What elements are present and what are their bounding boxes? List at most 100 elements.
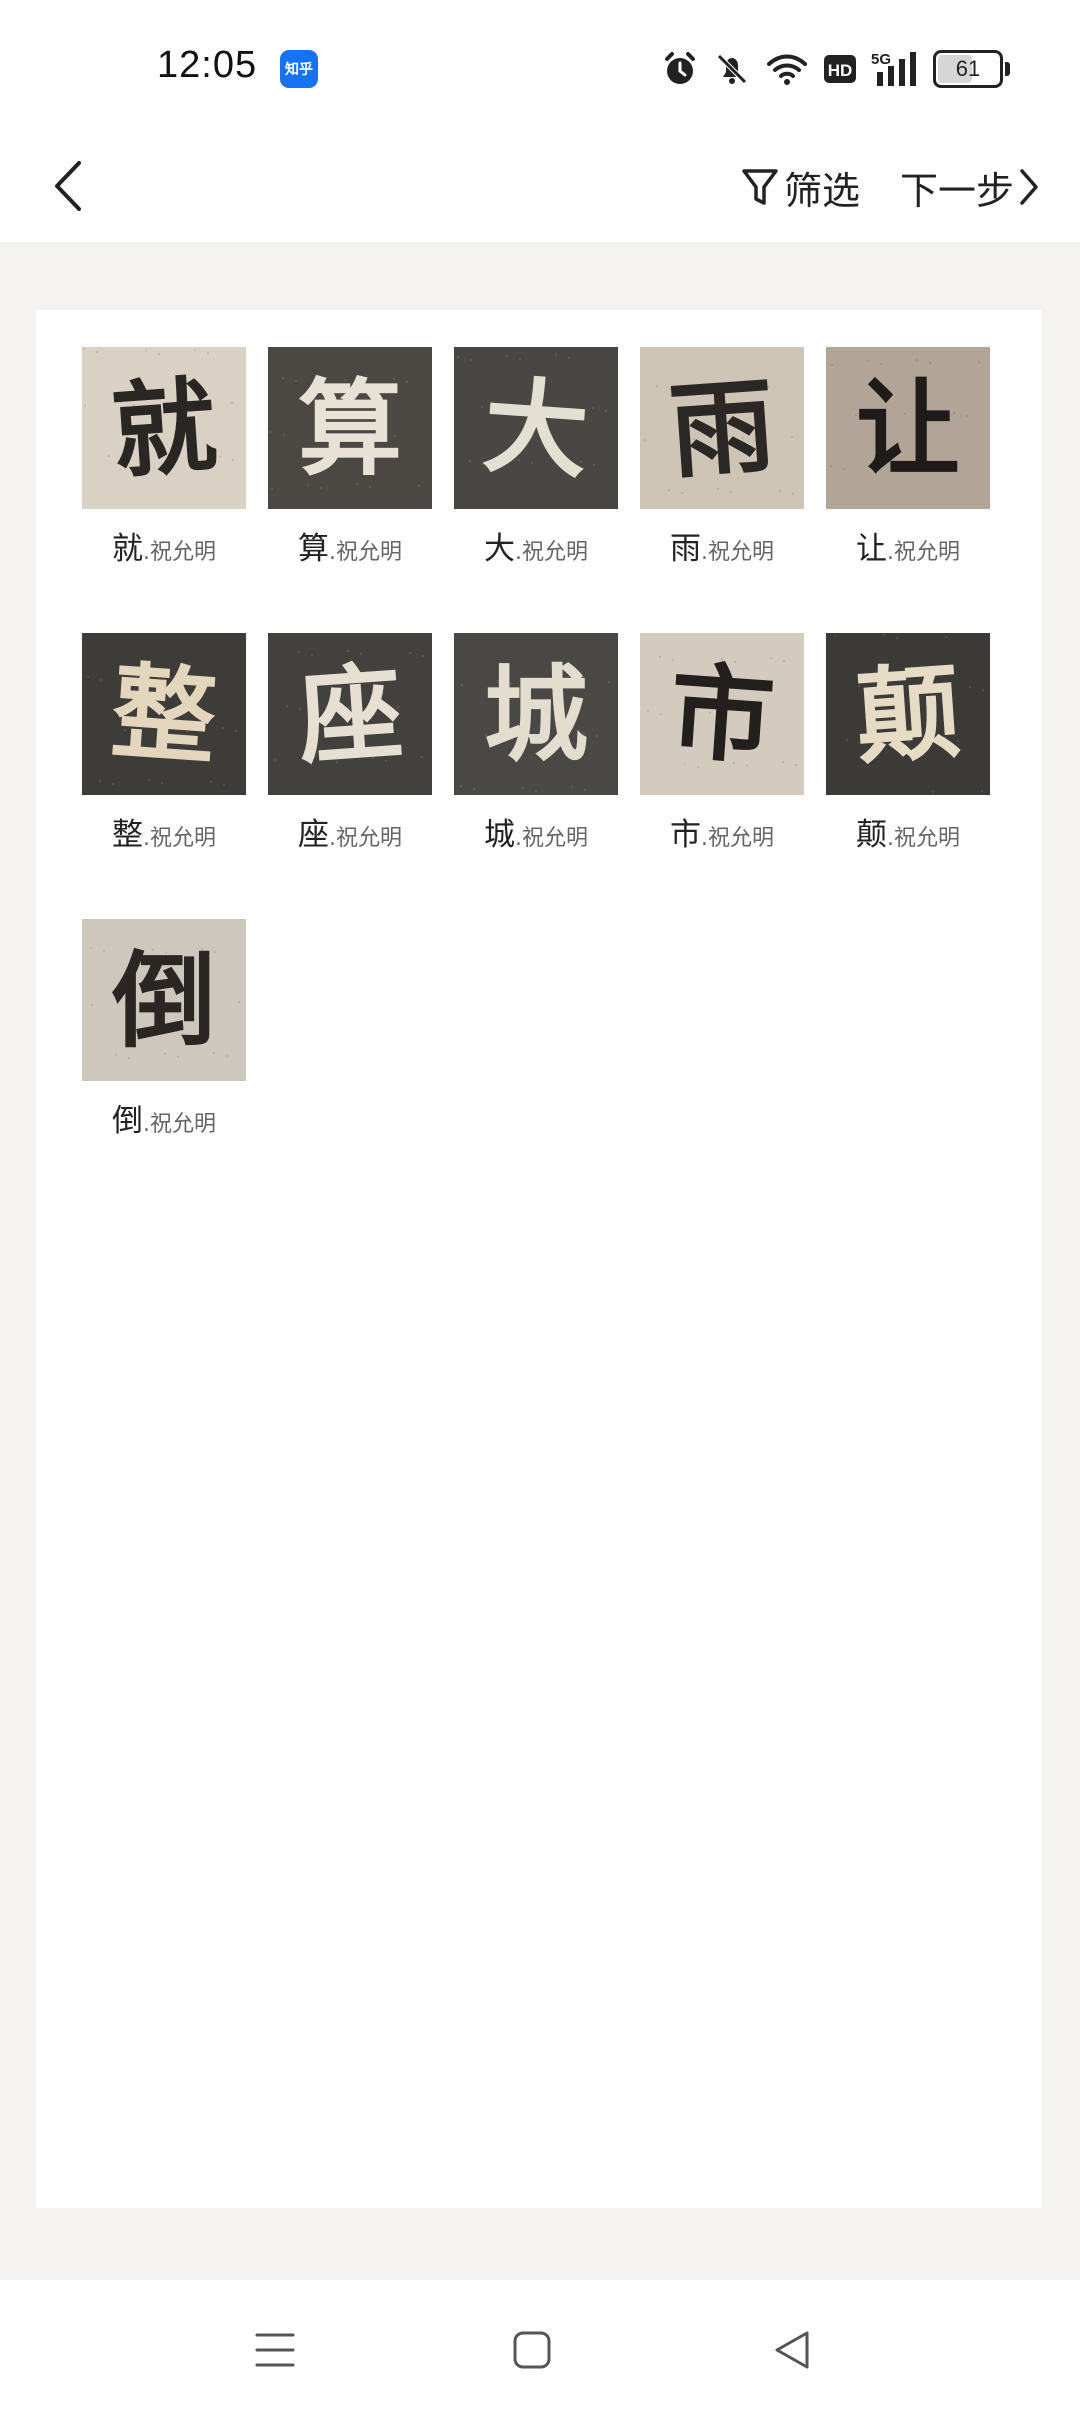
calligraphy-item[interactable]: 市市 .祝允明 [640, 633, 804, 919]
paper-texture-speck [604, 409, 608, 413]
calligraphy-item[interactable]: 就就 .祝允明 [82, 347, 246, 633]
paper-texture-speck [206, 351, 210, 355]
calligraphy-image: 座 [268, 633, 432, 795]
character-label: 让 [856, 531, 887, 567]
paper-texture-speck [222, 783, 226, 787]
character-label: 就 [112, 531, 143, 567]
filter-button[interactable]: 筛选 [740, 152, 860, 222]
paper-texture-speck [221, 726, 225, 730]
paper-texture-speck [646, 709, 650, 713]
character-label: 算 [298, 531, 329, 567]
paper-texture-speck [829, 464, 833, 468]
calligraphy-caption: 市 .祝允明 [640, 809, 804, 854]
calligraphy-grid: 就就 .祝允明算算 .祝允明大大 .祝允明雨雨 .祝允明让让 .祝允明整整 .祝允明座座 .祝… [82, 347, 1002, 1205]
calligraphy-glyph: 大 [480, 364, 592, 494]
calligraphy-thumbnail[interactable]: 雨 [640, 347, 804, 509]
paper-texture-speck [99, 678, 103, 682]
calligraphy-item[interactable]: 让让 .祝允明 [826, 347, 990, 633]
hd-label: HD [828, 61, 853, 80]
calligraphy-thumbnail[interactable]: 让 [826, 347, 990, 509]
back-nav-button[interactable] [762, 2320, 822, 2380]
menu-icon [255, 2333, 295, 2367]
calligraphy-image: 城 [454, 633, 618, 795]
recent-apps-button[interactable] [245, 2320, 305, 2380]
top-app-bar: 筛选 下一步 [0, 130, 1080, 242]
calligrapher-label: .祝允明 [887, 540, 960, 565]
calligraphy-caption: 算 .祝允明 [268, 523, 432, 568]
filter-label: 筛选 [784, 168, 861, 213]
calligraphy-item[interactable]: 大大 .祝允明 [454, 347, 618, 633]
calligraphy-thumbnail[interactable]: 整 [82, 633, 246, 795]
calligraphy-thumbnail[interactable]: 市 [640, 633, 804, 795]
calligraphy-glyph: 市 [666, 650, 778, 780]
paper-texture-speck [456, 355, 460, 359]
paper-texture-speck [417, 484, 421, 488]
paper-texture-speck [234, 729, 238, 733]
calligraphy-thumbnail[interactable]: 城 [454, 633, 618, 795]
paper-texture-speck [655, 384, 659, 388]
zhihu-notification-icon: 知乎 [280, 50, 318, 88]
paper-texture-speck [794, 763, 798, 767]
calligraphy-image: 雨 [640, 347, 804, 509]
back-button[interactable] [38, 146, 98, 226]
paper-texture-speck [90, 1003, 94, 1007]
calligraphy-item[interactable]: 座座 .祝允明 [268, 633, 432, 919]
calligrapher-label: .祝允明 [143, 1112, 216, 1137]
paper-texture-speck [879, 362, 883, 366]
paper-texture-speck [866, 359, 870, 363]
calligraphy-thumbnail[interactable]: 算 [268, 347, 432, 509]
paper-texture-speck [102, 949, 106, 953]
calligraphy-caption: 座 .祝允明 [268, 809, 432, 854]
paper-texture-speck [285, 704, 289, 708]
calligraphy-item[interactable]: 整整 .祝允明 [82, 633, 246, 919]
calligraphy-item[interactable]: 城城 .祝允明 [454, 633, 618, 919]
chevron-left-icon [55, 161, 81, 211]
battery-cap [1005, 62, 1010, 76]
paper-texture-speck [193, 348, 197, 352]
paper-texture-speck [468, 459, 472, 463]
calligraphy-thumbnail[interactable]: 颠 [826, 633, 990, 795]
calligraphy-image: 就 [82, 347, 246, 509]
paper-texture-speck [667, 488, 671, 492]
paper-texture-speck [147, 778, 151, 782]
paper-texture-speck [408, 651, 412, 655]
paper-texture-speck [643, 438, 647, 442]
character-label: 市 [670, 817, 701, 853]
paper-texture-speck [791, 492, 795, 496]
paper-texture-speck [554, 353, 558, 357]
next-step-button[interactable]: 下一步 [900, 152, 1040, 222]
calligraphy-thumbnail[interactable]: 座 [268, 633, 432, 795]
calligraphy-caption: 雨 .祝允明 [640, 523, 804, 568]
filter-icon [742, 169, 778, 205]
calligraphy-image: 算 [268, 347, 432, 509]
paper-texture-speck [830, 363, 834, 367]
calligraphy-image: 市 [640, 633, 804, 795]
paper-texture-speck [790, 435, 794, 439]
calligraphy-item[interactable]: 倒倒 .祝允明 [82, 919, 246, 1205]
character-label: 大 [484, 531, 515, 567]
calligraphy-thumbnail[interactable]: 就 [82, 347, 246, 509]
character-label: 倒 [112, 1103, 143, 1139]
paper-texture-speck [882, 633, 886, 637]
calligraphy-image: 颠 [826, 633, 990, 795]
calligraphy-image: 让 [826, 347, 990, 509]
home-square-icon [513, 2331, 551, 2369]
paper-texture-speck [157, 352, 161, 356]
paper-texture-speck [729, 490, 733, 494]
calligraphy-thumbnail[interactable]: 倒 [82, 919, 246, 1081]
calligraphy-item[interactable]: 算算 .祝允明 [268, 347, 432, 633]
next-step-label: 下一步 [900, 168, 1015, 213]
home-button[interactable] [502, 2320, 562, 2380]
status-bar: 12:05 知乎 HD 5G 61 [0, 0, 1080, 130]
paper-texture-speck [980, 789, 984, 793]
calligraphy-thumbnail[interactable]: 大 [454, 347, 618, 509]
paper-texture-speck [521, 786, 525, 790]
character-label: 颠 [856, 817, 887, 853]
calligraphy-item[interactable]: 颠颠 .祝允明 [826, 633, 990, 919]
calligraphy-caption: 倒 .祝允明 [82, 1095, 246, 1140]
paper-texture-speck [977, 360, 981, 364]
paper-texture-speck [965, 414, 969, 418]
paper-texture-speck [659, 712, 663, 716]
paper-texture-speck [782, 659, 786, 663]
calligraphy-item[interactable]: 雨雨 .祝允明 [640, 347, 804, 633]
